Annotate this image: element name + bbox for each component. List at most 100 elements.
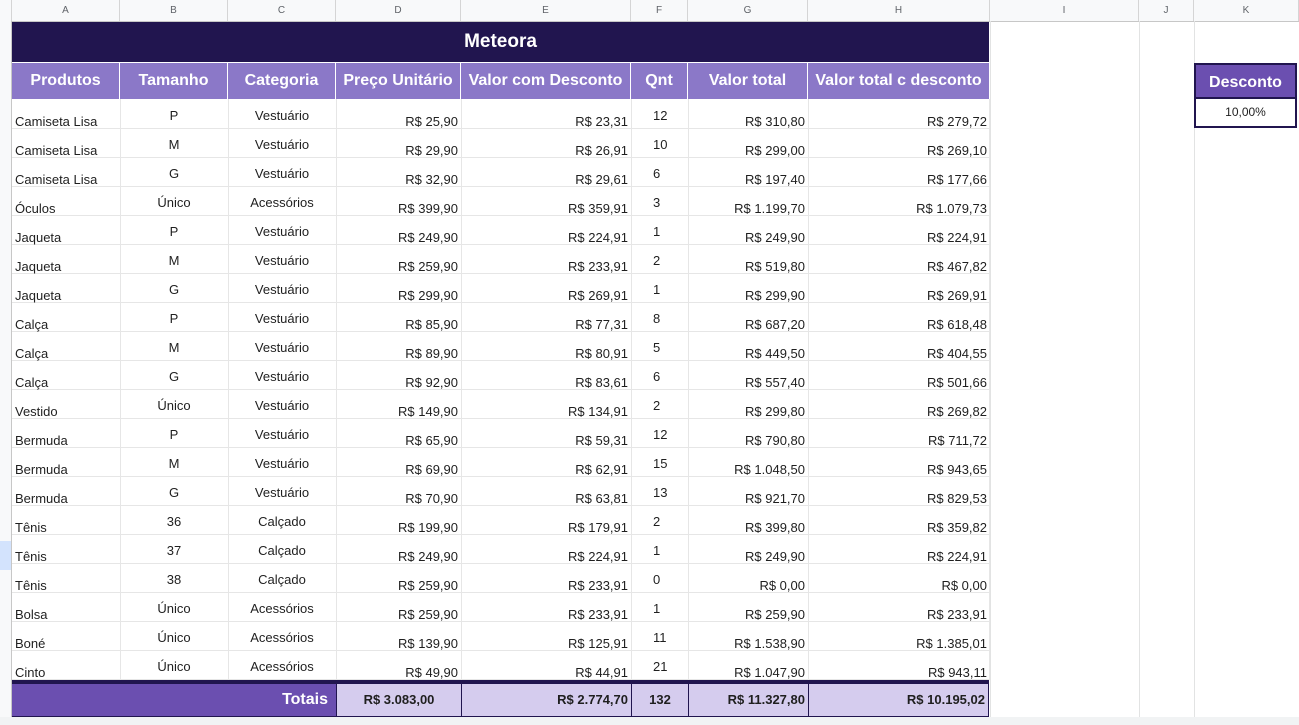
cell-valor-total[interactable]: R$ 259,90 — [688, 607, 808, 622]
cell-qnt[interactable]: 21 — [631, 659, 688, 674]
cell-produto[interactable]: Calça — [12, 375, 120, 390]
cell-valor-com-desconto[interactable]: R$ 359,91 — [461, 201, 631, 216]
cell-valor-total-c-desconto[interactable]: R$ 224,91 — [808, 549, 989, 564]
cell-preco-unitario[interactable]: R$ 199,90 — [336, 520, 461, 535]
cell-valor-com-desconto[interactable]: R$ 269,91 — [461, 288, 631, 303]
cell-preco-unitario[interactable]: R$ 259,90 — [336, 578, 461, 593]
cell-valor-total[interactable]: R$ 399,80 — [688, 520, 808, 535]
cell-qnt[interactable]: 10 — [631, 137, 688, 152]
cell-valor-total[interactable]: R$ 310,80 — [688, 114, 808, 129]
cell-valor-total-c-desconto[interactable]: R$ 943,11 — [808, 665, 989, 680]
cell-preco-unitario[interactable]: R$ 259,90 — [336, 259, 461, 274]
total-preco-unitario[interactable]: R$ 3.083,00 — [336, 684, 461, 716]
cell-valor-total-c-desconto[interactable]: R$ 269,10 — [808, 143, 989, 158]
cell-preco-unitario[interactable]: R$ 259,90 — [336, 607, 461, 622]
cell-valor-total[interactable]: R$ 1.047,90 — [688, 665, 808, 680]
cell-qnt[interactable]: 15 — [631, 456, 688, 471]
cell-tamanho[interactable]: G — [120, 485, 228, 500]
cell-produto[interactable]: Camiseta Lisa — [12, 172, 120, 187]
cell-categoria[interactable]: Vestuário — [228, 340, 336, 355]
cell-categoria[interactable]: Calçado — [228, 514, 336, 529]
cell-qnt[interactable]: 2 — [631, 253, 688, 268]
header-valor-com-desconto[interactable]: Valor com Desconto — [461, 63, 631, 99]
cell-preco-unitario[interactable]: R$ 65,90 — [336, 433, 461, 448]
cell-tamanho[interactable]: M — [120, 456, 228, 471]
cell-qnt[interactable]: 3 — [631, 195, 688, 210]
header-tamanho[interactable]: Tamanho — [120, 63, 228, 99]
cell-preco-unitario[interactable]: R$ 399,90 — [336, 201, 461, 216]
cell-valor-com-desconto[interactable]: R$ 224,91 — [461, 549, 631, 564]
cell-tamanho[interactable]: M — [120, 137, 228, 152]
cell-categoria[interactable]: Calçado — [228, 543, 336, 558]
header-qnt[interactable]: Qnt — [631, 63, 688, 99]
cell-categoria[interactable]: Vestuário — [228, 398, 336, 413]
cell-valor-total[interactable]: R$ 921,70 — [688, 491, 808, 506]
cell-categoria[interactable]: Acessórios — [228, 659, 336, 674]
cell-produto[interactable]: Tênis — [12, 578, 120, 593]
cell-valor-total-c-desconto[interactable]: R$ 233,91 — [808, 607, 989, 622]
cell-tamanho[interactable]: G — [120, 282, 228, 297]
column-header-a[interactable]: A — [12, 0, 120, 21]
cell-valor-com-desconto[interactable]: R$ 62,91 — [461, 462, 631, 477]
header-produtos[interactable]: Produtos — [12, 63, 120, 99]
cell-valor-total-c-desconto[interactable]: R$ 177,66 — [808, 172, 989, 187]
column-header-c[interactable]: C — [228, 0, 336, 21]
cell-produto[interactable]: Calça — [12, 346, 120, 361]
cell-preco-unitario[interactable]: R$ 70,90 — [336, 491, 461, 506]
cell-qnt[interactable]: 8 — [631, 311, 688, 326]
horizontal-scrollbar[interactable] — [0, 717, 1299, 725]
cell-produto[interactable]: Tênis — [12, 549, 120, 564]
column-header-g[interactable]: G — [688, 0, 808, 21]
cell-qnt[interactable]: 2 — [631, 514, 688, 529]
cell-valor-total[interactable]: R$ 249,90 — [688, 230, 808, 245]
cell-tamanho[interactable]: P — [120, 108, 228, 123]
cell-valor-com-desconto[interactable]: R$ 23,31 — [461, 114, 631, 129]
cell-valor-com-desconto[interactable]: R$ 44,91 — [461, 665, 631, 680]
cell-categoria[interactable]: Calçado — [228, 572, 336, 587]
cell-tamanho[interactable]: G — [120, 166, 228, 181]
cell-qnt[interactable]: 11 — [631, 630, 688, 645]
cell-preco-unitario[interactable]: R$ 149,90 — [336, 404, 461, 419]
cell-qnt[interactable]: 1 — [631, 543, 688, 558]
cell-qnt[interactable]: 6 — [631, 166, 688, 181]
row-header-gutter[interactable] — [0, 21, 12, 725]
cell-produto[interactable]: Bermuda — [12, 462, 120, 477]
discount-value[interactable]: 10,00% — [1194, 99, 1297, 128]
column-header-e[interactable]: E — [461, 0, 631, 21]
column-header-k[interactable]: K — [1194, 0, 1299, 21]
cell-valor-com-desconto[interactable]: R$ 224,91 — [461, 230, 631, 245]
cell-valor-total[interactable]: R$ 299,90 — [688, 288, 808, 303]
cell-produto[interactable]: Vestido — [12, 404, 120, 419]
discount-header[interactable]: Desconto — [1194, 63, 1297, 99]
cell-produto[interactable]: Óculos — [12, 201, 120, 216]
cell-categoria[interactable]: Vestuário — [228, 311, 336, 326]
cell-tamanho[interactable]: 38 — [120, 572, 228, 587]
cell-valor-com-desconto[interactable]: R$ 179,91 — [461, 520, 631, 535]
cell-produto[interactable]: Camiseta Lisa — [12, 143, 120, 158]
cell-tamanho[interactable]: 37 — [120, 543, 228, 558]
cell-produto[interactable]: Boné — [12, 636, 120, 651]
cell-valor-total-c-desconto[interactable]: R$ 224,91 — [808, 230, 989, 245]
cell-tamanho[interactable]: P — [120, 224, 228, 239]
column-header-b[interactable]: B — [120, 0, 228, 21]
cell-valor-total-c-desconto[interactable]: R$ 943,65 — [808, 462, 989, 477]
cell-tamanho[interactable]: Único — [120, 630, 228, 645]
cell-preco-unitario[interactable]: R$ 89,90 — [336, 346, 461, 361]
cell-valor-total[interactable]: R$ 1.048,50 — [688, 462, 808, 477]
cell-categoria[interactable]: Vestuário — [228, 427, 336, 442]
cell-preco-unitario[interactable]: R$ 32,90 — [336, 172, 461, 187]
cell-qnt[interactable]: 5 — [631, 340, 688, 355]
cell-produto[interactable]: Tênis — [12, 520, 120, 535]
cell-qnt[interactable]: 13 — [631, 485, 688, 500]
cell-valor-com-desconto[interactable]: R$ 77,31 — [461, 317, 631, 332]
cell-qnt[interactable]: 1 — [631, 282, 688, 297]
cell-produto[interactable]: Jaqueta — [12, 288, 120, 303]
cell-categoria[interactable]: Vestuário — [228, 224, 336, 239]
column-header-f[interactable]: F — [631, 0, 688, 21]
cell-valor-total[interactable]: R$ 0,00 — [688, 578, 808, 593]
cell-tamanho[interactable]: P — [120, 427, 228, 442]
cell-produto[interactable]: Jaqueta — [12, 230, 120, 245]
cell-valor-total-c-desconto[interactable]: R$ 711,72 — [808, 433, 989, 448]
cell-tamanho[interactable]: G — [120, 369, 228, 384]
cell-categoria[interactable]: Vestuário — [228, 108, 336, 123]
